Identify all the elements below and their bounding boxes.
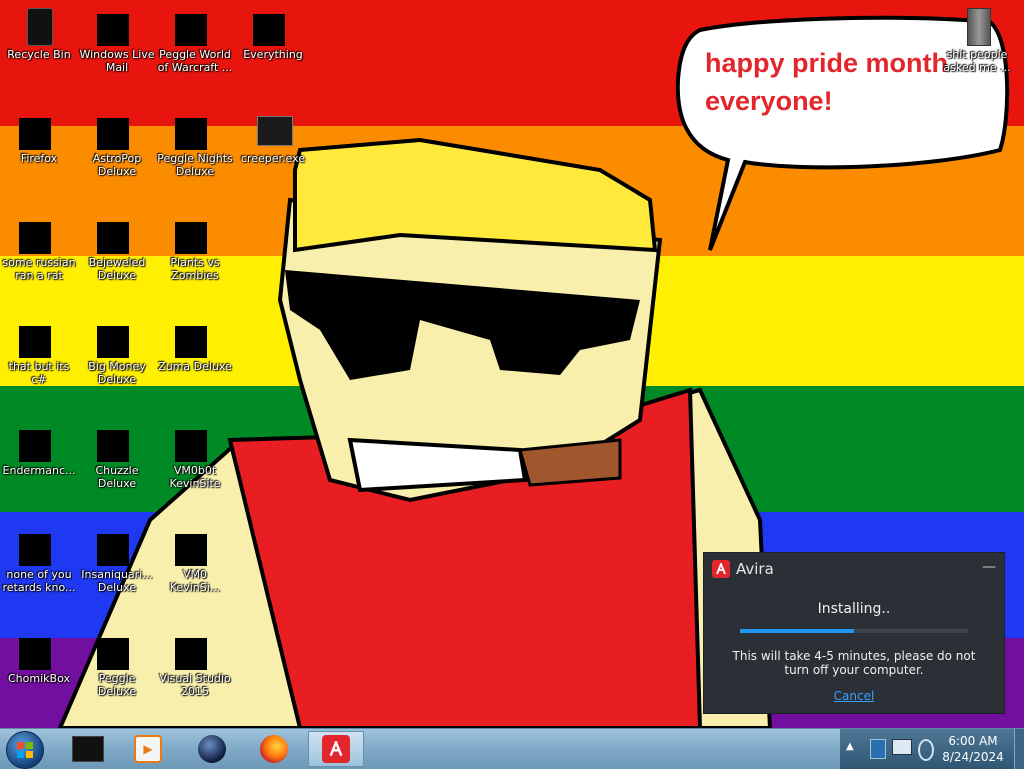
game-icon [97, 118, 129, 150]
minimize-icon[interactable]: — [982, 560, 996, 576]
taskbar-item-black-box-app[interactable] [60, 731, 116, 767]
desktop-icon-firefox[interactable]: Firefox [0, 110, 78, 165]
taskbar-item-avira[interactable] [308, 731, 364, 767]
desktop-icon-big-money-deluxe[interactable]: Big Money Deluxe [78, 318, 156, 386]
desktop-icon-shit-people-asked-me[interactable]: shit people asked me ... [938, 6, 1016, 74]
desktop-icon-peggle-deluxe[interactable]: Peggle Deluxe [78, 630, 156, 698]
install-status-text: Installing.. [817, 601, 891, 617]
taskbar: ▶ ▲ 6:00 AM 8/24/2024 [0, 728, 1024, 769]
taskbar-item-firefox[interactable] [246, 731, 302, 767]
desktop-icon-chomikbox[interactable]: ChomikBox [0, 630, 78, 685]
desktop-icon-peggle-world-of-warcraft[interactable]: Peggle World of Warcraft ... [156, 6, 234, 74]
taskbar-item-media-player[interactable]: ▶ [120, 731, 176, 767]
clock-date: 8/24/2024 [942, 750, 1004, 764]
game-icon [175, 118, 207, 150]
folder-icon [967, 8, 991, 46]
mail-icon [97, 14, 129, 46]
show-desktop-button[interactable] [1014, 729, 1024, 769]
avira-titlebar[interactable]: Avira — [704, 553, 1004, 585]
speech-bubble-text: happy pride month everyone! [705, 48, 948, 116]
avira-installer-window[interactable]: Avira — Installing.. This will take 4-5 … [703, 552, 1005, 714]
plant-icon [175, 222, 207, 254]
game-icon [97, 430, 129, 462]
install-progress-bar [740, 629, 968, 633]
fish-icon [97, 534, 129, 566]
desktop-icon-endermanc[interactable]: Endermanc... [0, 422, 78, 477]
avira-window-title: Avira [736, 560, 774, 578]
black-box-app-icon [72, 736, 104, 762]
taskbar-clock[interactable]: 6:00 AM 8/24/2024 [930, 733, 1016, 765]
money-bag-icon [97, 326, 129, 358]
desktop-icon-chuzzle-deluxe[interactable]: Chuzzle Deluxe [78, 422, 156, 490]
desktop-icon-recycle-bin[interactable]: Recycle Bin [0, 6, 78, 61]
media-player-icon: ▶ [134, 735, 162, 763]
clock-time: 6:00 AM [948, 734, 998, 748]
desktop-icon-creeper-exe[interactable]: creeper.exe [234, 110, 312, 165]
firefox-icon [19, 118, 51, 150]
shortcut-icon [19, 534, 51, 566]
avira-icon [322, 735, 350, 763]
search-app-icon [253, 14, 285, 46]
file-icon [175, 430, 207, 462]
console-icon [19, 430, 51, 462]
desktop-icon-bejeweled-deluxe[interactable]: Bejeweled Deluxe [78, 214, 156, 282]
desktop-icon-plants-vs-zombies[interactable]: Plants vs Zombies [156, 214, 234, 282]
network-icon[interactable] [870, 739, 886, 759]
windows-logo-icon [17, 742, 33, 758]
game-icon [175, 14, 207, 46]
recycle-bin-icon [27, 8, 53, 46]
avira-logo-icon [712, 560, 730, 578]
visual-studio-icon [175, 638, 207, 670]
desktop-icon-astropop-deluxe[interactable]: AstroPop Deluxe [78, 110, 156, 178]
desktop-icon-zuma-deluxe[interactable]: Zuma Deluxe [156, 318, 234, 373]
desktop-icon-peggle-nights-deluxe[interactable]: Peggle Nights Deluxe [156, 110, 234, 178]
desktop-icon-everything[interactable]: Everything [234, 6, 312, 61]
start-button[interactable] [6, 731, 44, 769]
file-icon [175, 534, 207, 566]
desktop-icon-visual-studio-2015[interactable]: Visual Studio 2015 [156, 630, 234, 698]
chomikbox-icon [19, 638, 51, 670]
desktop-icon-vm0-kevinsi[interactable]: VM0 KevinSi... [156, 526, 234, 594]
desktop-icon-that-but-its-csharp[interactable]: that but its c# [0, 318, 78, 386]
document-icon [19, 222, 51, 254]
game-icon [175, 326, 207, 358]
desktop-icon-none-of-you[interactable]: none of you retards kno... [0, 526, 78, 594]
executable-icon [257, 116, 293, 146]
tray-expand-icon[interactable]: ▲ [846, 741, 854, 752]
desktop-icon-windows-live-mail[interactable]: Windows Live Mail [78, 6, 156, 74]
desktop-icon-insaniquarium-deluxe[interactable]: Insaniquari... Deluxe [78, 526, 156, 594]
taskbar-item-globe[interactable] [184, 731, 240, 767]
install-message: This will take 4-5 minutes, please do no… [732, 649, 976, 677]
firefox-icon [260, 735, 288, 763]
shortcut-icon [19, 326, 51, 358]
game-icon [97, 638, 129, 670]
desktop: happy pride month everyone! Recycle Bin … [0, 0, 1024, 728]
desktop-icon-vm0b0t-kevinsite[interactable]: VM0b0t KevinSite [156, 422, 234, 490]
desktop-icon-some-russian-ran-a-rat[interactable]: some russian ran a rat [0, 214, 78, 282]
gem-icon [97, 222, 129, 254]
globe-icon [198, 735, 226, 763]
cancel-link[interactable]: Cancel [704, 689, 1004, 703]
display-icon[interactable] [892, 739, 912, 755]
install-progress-fill [740, 629, 854, 633]
